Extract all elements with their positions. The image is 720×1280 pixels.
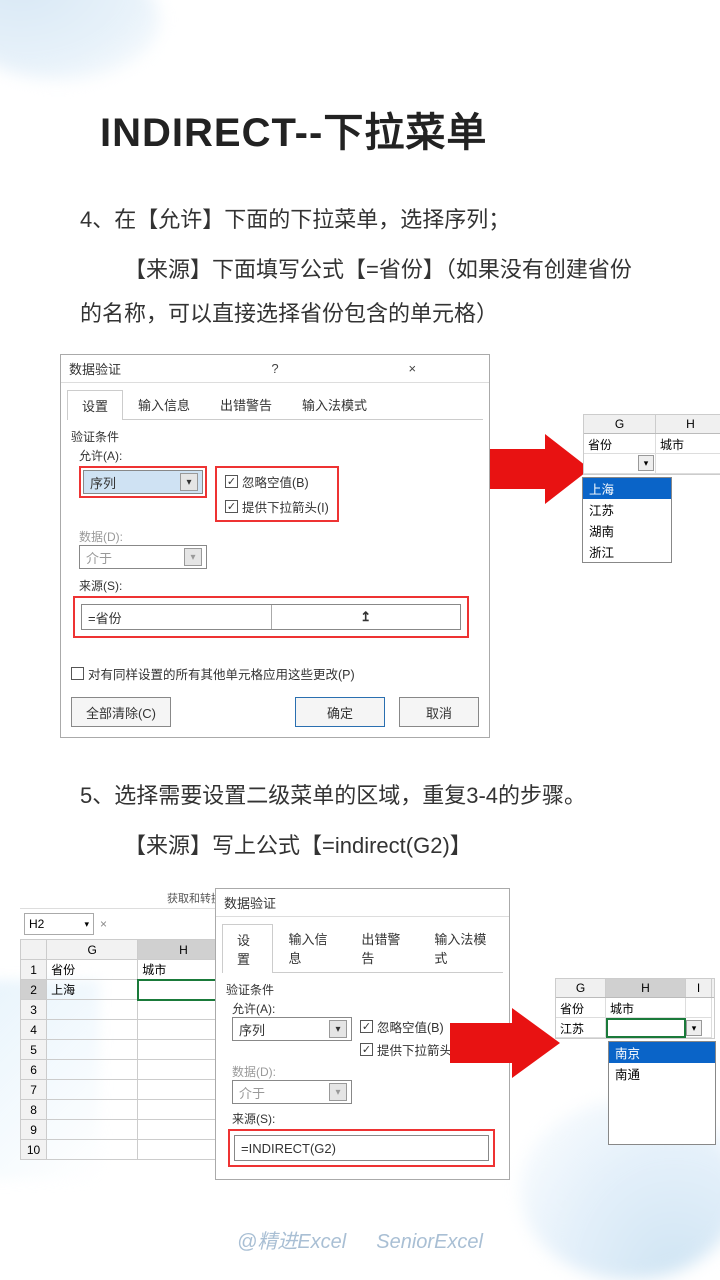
tab-settings[interactable]: 设置 (67, 390, 123, 420)
page-title: INDIRECT--下拉菜单 (100, 100, 680, 158)
worksheet-grid[interactable]: GH 1省份城市 2上海 3 4 5 6 7 8 9 10 (20, 939, 230, 1160)
allow-label: 允许(A): (79, 447, 479, 464)
data-label: 数据(D): (79, 528, 479, 545)
dropdown-cell[interactable]: ▾ (606, 1018, 686, 1038)
allow-select[interactable]: 序列 ▾ (232, 1017, 352, 1041)
dropdown-list[interactable]: 上海 江苏 湖南 浙江 (582, 477, 672, 563)
tab-ime[interactable]: 输入法模式 (419, 923, 503, 972)
data-select[interactable]: 介于▾ (232, 1080, 352, 1104)
source-label: 来源(S): (232, 1110, 499, 1127)
allow-value: 序列 (90, 473, 116, 492)
ignore-blank-checkbox[interactable]: ✓忽略空值(B) (360, 1017, 464, 1036)
data-validation-dialog: 数据验证 ? × 设置 输入信息 出错警告 输入法模式 验证条件 允许(A): … (60, 354, 490, 738)
dropdown-item[interactable]: 南通 (609, 1063, 715, 1084)
allow-select[interactable]: 序列 ▾ (83, 470, 203, 494)
caret-icon: ▾ (184, 548, 202, 566)
dropdown-arrow-icon[interactable]: ▾ (638, 455, 654, 471)
step4-line2: 【来源】下面填写公式【=省份】（如果没有创建省份的名称，可以直接选择省份包含的单… (80, 248, 640, 336)
clear-all-button[interactable]: 全部清除(C) (71, 697, 171, 727)
group-label: 验证条件 (71, 428, 489, 445)
checkbox-icon (71, 667, 84, 680)
name-box[interactable]: H2▾ (24, 913, 94, 935)
show-dropdown-checkbox[interactable]: ✓ 提供下拉箭头(I) (225, 497, 329, 516)
tab-input-msg[interactable]: 输入信息 (123, 389, 205, 419)
source-value: =INDIRECT(G2) (235, 1141, 488, 1156)
footer-watermark: @精进ExcelSeniorExcel (0, 1225, 720, 1254)
ignore-blank-checkbox[interactable]: ✓ 忽略空值(B) (225, 472, 329, 491)
cell-header: 省份 (584, 434, 656, 454)
data-value: 介于 (86, 548, 112, 567)
cell-header: 城市 (606, 998, 686, 1018)
close-icon[interactable]: × (100, 917, 107, 931)
tab-input-msg[interactable]: 输入信息 (273, 923, 346, 972)
checkbox-highlight: ✓ 忽略空值(B) ✓ 提供下拉箭头(I) (215, 466, 339, 522)
cancel-button[interactable]: 取消 (399, 697, 479, 727)
dialog-title-text: 数据验证 (224, 893, 501, 912)
source-label: 来源(S): (79, 577, 479, 594)
dialog-title-text: 数据验证 (69, 359, 206, 378)
ribbon-group-label: 获取和转换 (20, 888, 230, 909)
arrow-icon (450, 1008, 560, 1078)
step4-line1: 4、在【允许】下面的下拉菜单，选择序列； (80, 198, 640, 242)
dropdown-item[interactable]: 江苏 (583, 499, 671, 520)
group-label: 验证条件 (226, 981, 509, 998)
ref-button-icon[interactable]: ↥ (271, 605, 461, 629)
data-select[interactable]: 介于 ▾ (79, 545, 207, 569)
step5-line2: 【来源】写上公式【=indirect(G2)】 (80, 824, 640, 868)
dropdown-list[interactable]: 南京 南通 (608, 1041, 716, 1145)
cell (656, 454, 720, 474)
dropdown-item[interactable]: 上海 (583, 478, 671, 499)
show-dropdown-label: 提供下拉箭头(I) (242, 497, 329, 516)
col-header: G (584, 415, 656, 433)
checkbox-icon: ✓ (225, 475, 238, 488)
source-input[interactable]: =INDIRECT(G2) (234, 1135, 489, 1161)
source-highlight: =省份 ↥ (73, 596, 469, 638)
excel-preview-2: G H I 省份 城市 江苏 ▾ 南京 南通 (555, 978, 715, 1039)
cell[interactable]: 省份 (47, 960, 138, 980)
cell: 江苏 (556, 1018, 606, 1038)
help-icon[interactable]: ? (206, 361, 343, 376)
cell-header: 城市 (656, 434, 720, 454)
close-icon[interactable]: × (344, 361, 481, 376)
cell[interactable]: 上海 (47, 980, 138, 1000)
step5-line1: 5、选择需要设置二级菜单的区域，重复3-4的步骤。 (80, 774, 640, 818)
cell-header: 省份 (556, 998, 606, 1018)
apply-others-label: 对有同样设置的所有其他单元格应用这些更改(P) (88, 664, 355, 683)
arrow-icon (490, 434, 590, 504)
tab-settings[interactable]: 设置 (222, 924, 273, 973)
dropdown-item[interactable]: 浙江 (583, 541, 671, 562)
col-header: H (606, 979, 686, 997)
source-highlight: =INDIRECT(G2) (228, 1129, 495, 1167)
apply-others-checkbox[interactable]: 对有同样设置的所有其他单元格应用这些更改(P) (71, 664, 479, 683)
tab-error-alert[interactable]: 出错警告 (205, 389, 287, 419)
col-header: H (656, 415, 720, 433)
excel-mini: 获取和转换 H2▾ × GH 1省份城市 2上海 3 4 5 6 7 8 9 1… (20, 888, 230, 1160)
tab-error-alert[interactable]: 出错警告 (346, 923, 419, 972)
caret-icon: ▾ (84, 919, 89, 930)
dialog-tabs: 设置 输入信息 出错警告 输入法模式 (67, 389, 483, 420)
dialog-titlebar: 数据验证 ? × (61, 355, 489, 383)
allow-value: 序列 (239, 1020, 265, 1039)
dropdown-item[interactable]: 南京 (609, 1042, 715, 1063)
excel-preview-1: G H 省份 城市 ▾ 上海 江苏 湖南 浙江 (583, 414, 720, 475)
allow-highlight: 序列 ▾ (79, 466, 207, 498)
checkbox-icon: ✓ (225, 500, 238, 513)
caret-icon: ▾ (329, 1020, 347, 1038)
tab-ime[interactable]: 输入法模式 (287, 389, 382, 419)
caret-icon: ▾ (180, 473, 198, 491)
dropdown-item[interactable]: 湖南 (583, 520, 671, 541)
ignore-blank-label: 忽略空值(B) (242, 472, 309, 491)
ok-button[interactable]: 确定 (295, 697, 385, 727)
dropdown-arrow-icon[interactable]: ▾ (686, 1020, 702, 1036)
col-header: I (686, 979, 712, 997)
source-input[interactable]: =省份 ↥ (81, 604, 461, 630)
show-dropdown-checkbox[interactable]: ✓提供下拉箭头(I) (360, 1040, 464, 1059)
col-header: G (556, 979, 606, 997)
dropdown-cell[interactable]: ▾ (584, 454, 656, 474)
source-value: =省份 (82, 608, 271, 627)
